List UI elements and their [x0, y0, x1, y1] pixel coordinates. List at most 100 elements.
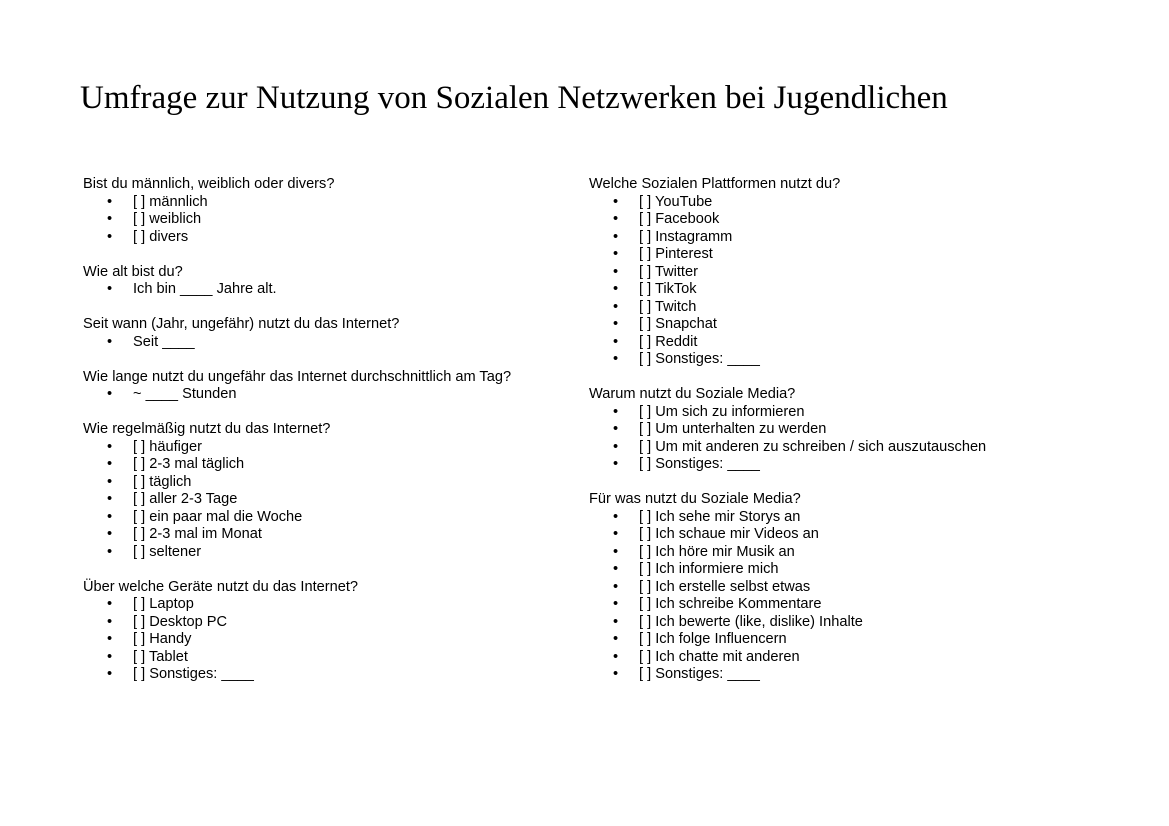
- answer-option-text: ~ ____ Stunden: [133, 386, 237, 402]
- answer-option: • [ ] Ich schaue mir Videos an: [589, 526, 1149, 544]
- answer-option: • [ ] Ich bewerte (like, dislike) Inhalte: [589, 614, 1149, 632]
- answer-option: • [ ] Reddit: [589, 334, 1149, 352]
- question-block: Seit wann (Jahr, ungefähr) nutzt du das …: [83, 316, 553, 351]
- answer-option-text: [ ] Ich schaue mir Videos an: [639, 526, 819, 542]
- bullet-icon: •: [613, 666, 619, 682]
- bullet-icon: •: [613, 508, 619, 525]
- question-text: Wie alt bist du?: [83, 263, 183, 280]
- answer-options-list: • ~ ____ Stunden: [83, 386, 553, 404]
- answer-option-text: [ ] Twitch: [639, 298, 697, 315]
- answer-option-text: [ ] Sonstiges: ____: [133, 666, 254, 682]
- bullet-icon: •: [613, 543, 619, 560]
- bullet-icon: •: [613, 246, 619, 262]
- bullet-icon: •: [613, 193, 619, 210]
- answer-option: • Seit ____: [83, 334, 553, 352]
- answer-option: • Ich bin ____ Jahre alt.: [83, 281, 553, 299]
- bullet-icon: •: [613, 316, 619, 332]
- question-text: Seit wann (Jahr, ungefähr) nutzt du das …: [83, 316, 400, 332]
- answer-option-text: [ ] 2-3 mal täglich: [133, 456, 245, 472]
- answer-option: • [ ] täglich: [83, 474, 553, 492]
- answer-option: • [ ] Instagramm: [589, 229, 1149, 247]
- question-text: Welche Sozialen Plattformen nutzt du?: [589, 176, 841, 192]
- question-text: Wie regelmäßig nutzt du das Internet?: [83, 421, 331, 437]
- answer-option-text: [ ] täglich: [133, 473, 192, 490]
- bullet-icon: •: [107, 386, 113, 402]
- page-title: Umfrage zur Nutzung von Sozialen Netzwer…: [80, 80, 948, 116]
- bullet-icon: •: [613, 298, 619, 315]
- answer-option: • [ ] Ich chatte mit anderen: [589, 649, 1149, 667]
- answer-option: • [ ] Handy: [83, 631, 553, 649]
- bullet-icon: •: [107, 613, 113, 630]
- answer-option: • [ ] divers: [83, 229, 553, 247]
- answer-option-text: [ ] Handy: [133, 631, 192, 647]
- bullet-icon: •: [613, 228, 619, 245]
- answer-option-text: [ ] Desktop PC: [133, 613, 228, 630]
- question-text: Bist du männlich, weiblich oder divers?: [83, 176, 335, 192]
- answer-option-text: [ ] TikTok: [639, 281, 697, 297]
- answer-option: • [ ] TikTok: [589, 281, 1149, 299]
- answer-option: • [ ] ein paar mal die Woche: [83, 509, 553, 527]
- question-block: Für was nutzt du Soziale Media? •[ ] Ich …: [589, 491, 1149, 684]
- bullet-icon: •: [613, 578, 619, 595]
- answer-option-text: [ ] Reddit: [639, 333, 698, 350]
- answer-option: • [ ] Ich sehe mir Storys an: [589, 509, 1149, 527]
- answer-option: • [ ] Twitter: [589, 264, 1149, 282]
- left-question-column: Bist du männlich, weiblich oder divers? •…: [83, 176, 553, 701]
- answer-option-text: [ ] Sonstiges: ____: [639, 666, 760, 682]
- answer-option-text: Seit ____: [133, 333, 195, 350]
- answer-option-text: [ ] Sonstiges: ____: [639, 456, 760, 472]
- bullet-icon: •: [107, 543, 113, 560]
- answer-option: • [ ] seltener: [83, 544, 553, 562]
- bullet-icon: •: [613, 333, 619, 350]
- answer-option-text: [ ] ein paar mal die Woche: [133, 508, 303, 525]
- question-block: Warum nutzt du Soziale Media? •[ ] Um sic…: [589, 386, 1149, 474]
- answer-option: • [ ] Twitch: [589, 299, 1149, 317]
- question-text: Wie lange nutzt du ungefähr das Internet…: [83, 368, 512, 385]
- answer-option: • [ ] Laptop: [83, 596, 553, 614]
- bullet-icon: •: [107, 666, 113, 682]
- answer-option-text: [ ] Tablet: [133, 648, 188, 665]
- bullet-icon: •: [613, 211, 619, 227]
- answer-option: • [ ] Facebook: [589, 211, 1149, 229]
- answer-option-text: [ ] aller 2-3 Tage: [133, 491, 238, 507]
- answer-option: • [ ] YouTube: [589, 194, 1149, 212]
- question-block: Bist du männlich, weiblich oder divers? •…: [83, 176, 553, 246]
- bullet-icon: •: [107, 333, 113, 350]
- answer-option-text: [ ] Um mit anderen zu schreiben / sich a…: [639, 438, 987, 455]
- question-block: Über welche Geräte nutzt du das Internet…: [83, 579, 553, 684]
- bullet-icon: •: [613, 403, 619, 420]
- answer-option-text: [ ] seltener: [133, 543, 202, 560]
- answer-option-text: [ ] Instagramm: [639, 228, 733, 245]
- answer-option-text: [ ] häufiger: [133, 438, 202, 455]
- answer-option-text: [ ] YouTube: [639, 193, 713, 210]
- answer-options-list: • [ ] YouTube • [ ] Facebook • [ ] Instagramm…: [589, 194, 1149, 369]
- answer-option-text: [ ] Um unterhalten zu werden: [639, 421, 827, 437]
- bullet-icon: •: [107, 508, 113, 525]
- bullet-icon: •: [613, 613, 619, 630]
- answer-option-text: [ ] Ich chatte mit anderen: [639, 648, 800, 665]
- answer-option-text: [ ] Twitter: [639, 263, 698, 280]
- answer-option: • [ ] Snapchat: [589, 316, 1149, 334]
- answer-option: • [ ] Sonstiges: ____: [589, 666, 1149, 684]
- answer-option: • [ ] Pinterest: [589, 246, 1149, 264]
- answer-option: • [ ] männlich: [83, 194, 553, 212]
- answer-option: • [ ] Ich höre mir Musik an: [589, 544, 1149, 562]
- answer-option: • ~ ____ Stunden: [83, 386, 553, 404]
- answer-option-text: [ ] Pinterest: [639, 246, 713, 262]
- answer-option-text: [ ] Ich schreibe Kommentare: [639, 596, 822, 612]
- answer-option-text: [ ] weiblich: [133, 211, 202, 227]
- answer-options-list: • Seit ____: [83, 334, 553, 352]
- answer-option: • [ ] Ich folge Influencern: [589, 631, 1149, 649]
- bullet-icon: •: [613, 596, 619, 612]
- bullet-icon: •: [107, 526, 113, 542]
- bullet-icon: •: [613, 421, 619, 437]
- bullet-icon: •: [613, 263, 619, 280]
- bullet-icon: •: [613, 351, 619, 367]
- question-block: Welche Sozialen Plattformen nutzt du? •[ …: [589, 176, 1149, 369]
- answer-option: • [ ] Sonstiges: ____: [589, 351, 1149, 369]
- answer-option: • [ ] Ich erstelle selbst etwas: [589, 579, 1149, 597]
- answer-option-text: [ ] Um sich zu informieren: [639, 403, 805, 420]
- question-block: Wie lange nutzt du ungefähr das Internet…: [83, 369, 553, 404]
- answer-option-text: [ ] Ich folge Influencern: [639, 631, 787, 647]
- answer-option: • [ ] 2-3 mal im Monat: [83, 526, 553, 544]
